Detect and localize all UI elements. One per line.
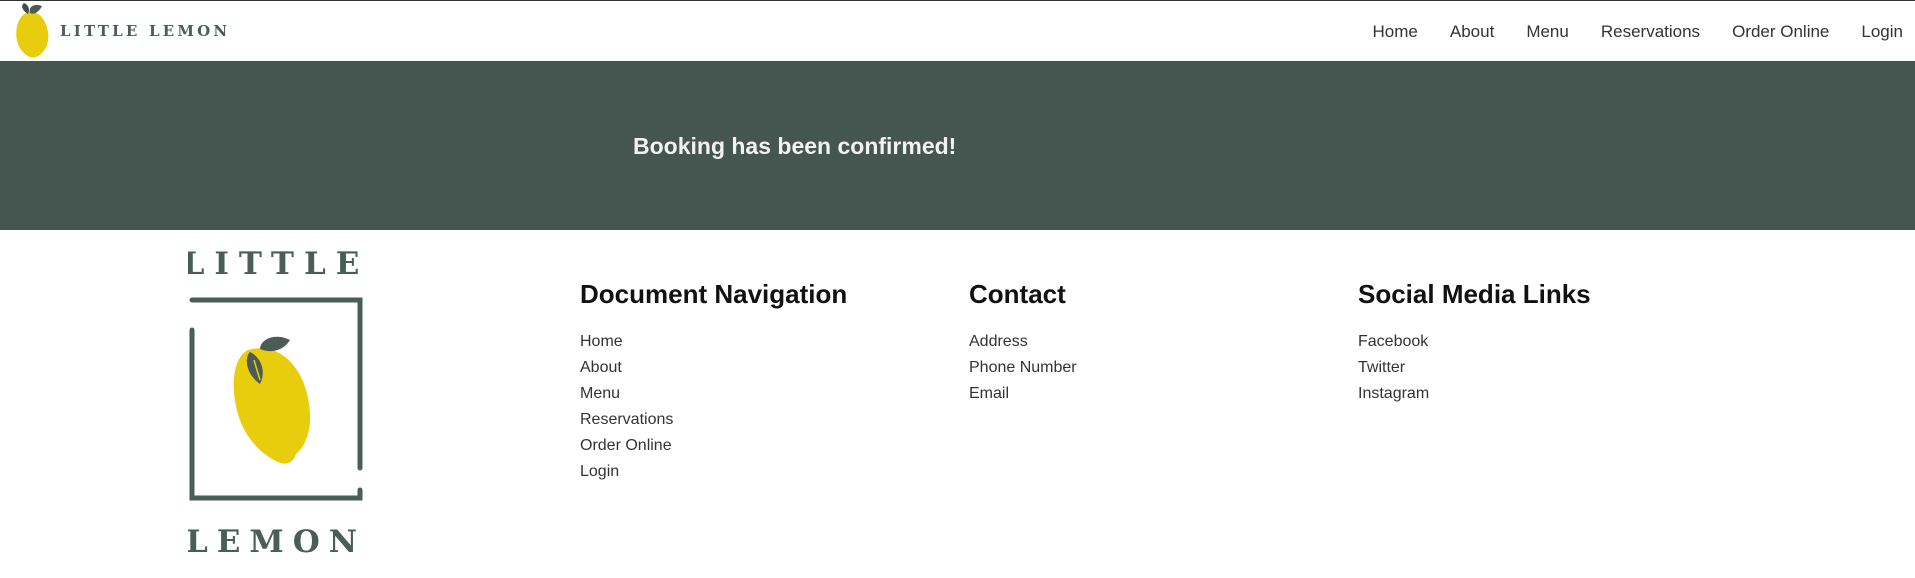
footer-link-menu[interactable]: Menu <box>580 385 620 402</box>
nav-order-online-link[interactable]: Order Online <box>1732 22 1829 42</box>
footer-nav-heading: Document Navigation <box>580 279 848 309</box>
footer-logo-top-text: LITTLE <box>188 246 364 282</box>
lemon-logo-icon <box>16 3 49 58</box>
list-item: Phone Number <box>969 355 1077 381</box>
footer-link-home[interactable]: Home <box>580 333 623 350</box>
footer-link-phone-number[interactable]: Phone Number <box>969 359 1077 376</box>
brand-name: LITTLE LEMON <box>60 22 231 40</box>
footer-nav-list: Home About Menu Reservations Order Onlin… <box>580 329 847 485</box>
footer-social-list: Facebook Twitter Instagram <box>1358 329 1591 407</box>
list-item: Home <box>580 329 847 355</box>
list-item: Reservations <box>580 407 847 433</box>
list-item: About <box>580 355 847 381</box>
list-item: Facebook <box>1358 329 1591 355</box>
footer-contact-heading: Contact <box>969 279 1066 309</box>
nav-menu-link[interactable]: Menu <box>1526 22 1569 42</box>
site-header: LITTLE LEMON Home About Menu Reservation… <box>0 0 1915 61</box>
footer-link-address[interactable]: Address <box>969 333 1028 350</box>
nav-login-link[interactable]: Login <box>1861 22 1903 42</box>
footer-contact: Contact Address Phone Number Email <box>969 279 1077 407</box>
footer-social-heading: Social Media Links <box>1358 279 1591 309</box>
footer-link-email[interactable]: Email <box>969 385 1009 402</box>
footer-link-about[interactable]: About <box>580 359 622 376</box>
footer-link-login[interactable]: Login <box>580 463 619 480</box>
nav-about-link[interactable]: About <box>1450 22 1494 42</box>
footer-contact-list: Address Phone Number Email <box>969 329 1077 407</box>
list-item: Login <box>580 459 847 485</box>
footer-document-navigation: Document Navigation Home About Menu Rese… <box>580 279 847 485</box>
footer-link-order-online[interactable]: Order Online <box>580 437 672 454</box>
footer-social-media: Social Media Links Facebook Twitter Inst… <box>1358 279 1591 407</box>
list-item: Menu <box>580 381 847 407</box>
confirmation-message: Booking has been confirmed! <box>633 133 957 159</box>
footer-lemon-icon <box>233 336 311 464</box>
confirmation-banner: Booking has been confirmed! <box>0 61 1915 230</box>
footer-link-facebook[interactable]: Facebook <box>1358 333 1428 350</box>
list-item: Address <box>969 329 1077 355</box>
footer-link-twitter[interactable]: Twitter <box>1358 359 1405 376</box>
main-nav: Home About Menu Reservations Order Onlin… <box>1373 1 1903 62</box>
list-item: Order Online <box>580 433 847 459</box>
brand-logo-link[interactable]: LITTLE LEMON <box>14 2 230 60</box>
footer-logo: LITTLE LEMON <box>188 246 364 556</box>
list-item: Instagram <box>1358 381 1591 407</box>
footer-logo-bottom-text: LEMON <box>188 524 364 556</box>
nav-reservations-link[interactable]: Reservations <box>1601 22 1700 42</box>
nav-home-link[interactable]: Home <box>1373 22 1418 42</box>
list-item: Twitter <box>1358 355 1591 381</box>
footer-link-reservations[interactable]: Reservations <box>580 411 673 428</box>
footer-link-instagram[interactable]: Instagram <box>1358 385 1429 402</box>
list-item: Email <box>969 381 1077 407</box>
